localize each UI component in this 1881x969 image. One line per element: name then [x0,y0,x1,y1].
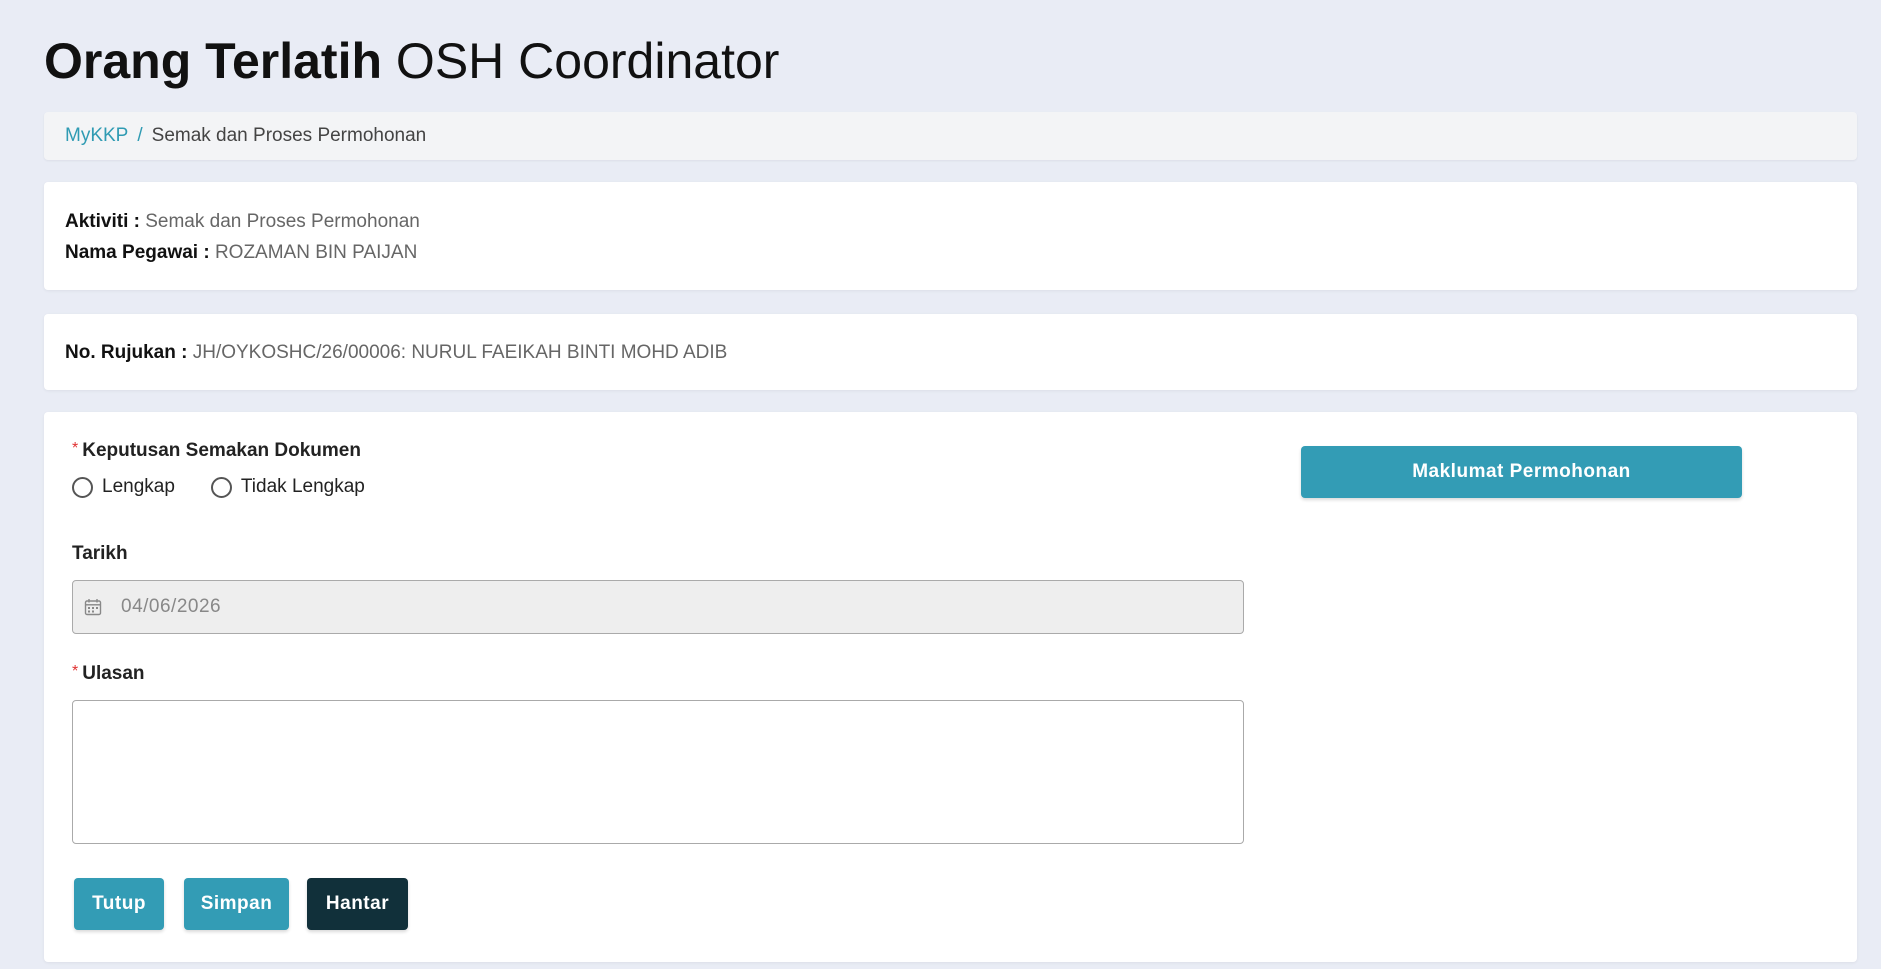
decision-radio-group: Lengkap Tidak Lengkap [72,476,401,498]
close-button[interactable]: Tutup [74,878,164,930]
page-title-light: OSH Coordinator [395,33,780,89]
radio-label-lengkap[interactable]: Lengkap [102,476,175,498]
radio-button-tidak-lengkap[interactable] [210,476,232,498]
calendar-icon [83,597,103,617]
decision-label-text: Keputusan Semakan Dokumen [82,440,361,461]
officer-label: Nama Pegawai : [65,242,210,263]
date-field: 04/06/2026 [72,580,1244,634]
radio-label-tidak-lengkap[interactable]: Tidak Lengkap [241,476,365,498]
required-marker: * [72,663,79,680]
breadcrumb-current: Semak dan Proses Permohonan [151,125,427,146]
reference-label: No. Rujukan : [65,341,188,363]
save-button[interactable]: Simpan [184,878,289,930]
breadcrumb-separator: / [137,125,143,146]
page: Orang Terlatih OSH Coordinator MyKKP / S… [0,0,1881,969]
breadcrumb-home-link[interactable]: MyKKP [65,125,128,147]
review-form-card: * Keputusan Semakan Dokumen Lengkap Tidak… [44,412,1857,962]
reference-line: No. Rujukan : JH/OYKOSHC/26/00006: NURUL… [65,337,727,368]
remarks-label: * Ulasan [72,663,145,685]
reference-card: No. Rujukan : JH/OYKOSHC/26/00006: NURUL… [44,314,1857,390]
page-title-bold: Orang Terlatih [44,33,383,89]
activity-label: Aktiviti : [65,211,140,232]
required-marker: * [72,440,79,457]
reference-value: JH/OYKOSHC/26/00006: NURUL FAEIKAH BINTI… [192,341,728,363]
application-info-button[interactable]: Maklumat Permohonan [1301,446,1742,498]
activity-value: Semak dan Proses Permohonan [145,211,420,232]
activity-info-card: Aktiviti : Semak dan Proses Permohonan N… [44,182,1857,290]
activity-line: Aktiviti : Semak dan Proses Permohonan [65,206,1836,237]
radio-button-lengkap[interactable] [72,476,93,498]
officer-value: ROZAMAN BIN PAIJAN [214,242,418,263]
radio-option-tidak-lengkap[interactable]: Tidak Lengkap [210,476,365,498]
decision-label: * Keputusan Semakan Dokumen [72,440,361,462]
breadcrumb: MyKKP / Semak dan Proses Permohonan [44,112,1857,160]
date-value: 04/06/2026 [121,596,222,617]
date-label: Tarikh [72,543,128,564]
radio-option-lengkap[interactable]: Lengkap [72,476,175,498]
remarks-textarea[interactable] [72,700,1244,844]
page-title: Orang Terlatih OSH Coordinator [44,30,779,92]
remarks-label-text: Ulasan [82,663,145,684]
submit-button[interactable]: Hantar [307,878,408,930]
officer-line: Nama Pegawai : ROZAMAN BIN PAIJAN [65,237,1836,268]
